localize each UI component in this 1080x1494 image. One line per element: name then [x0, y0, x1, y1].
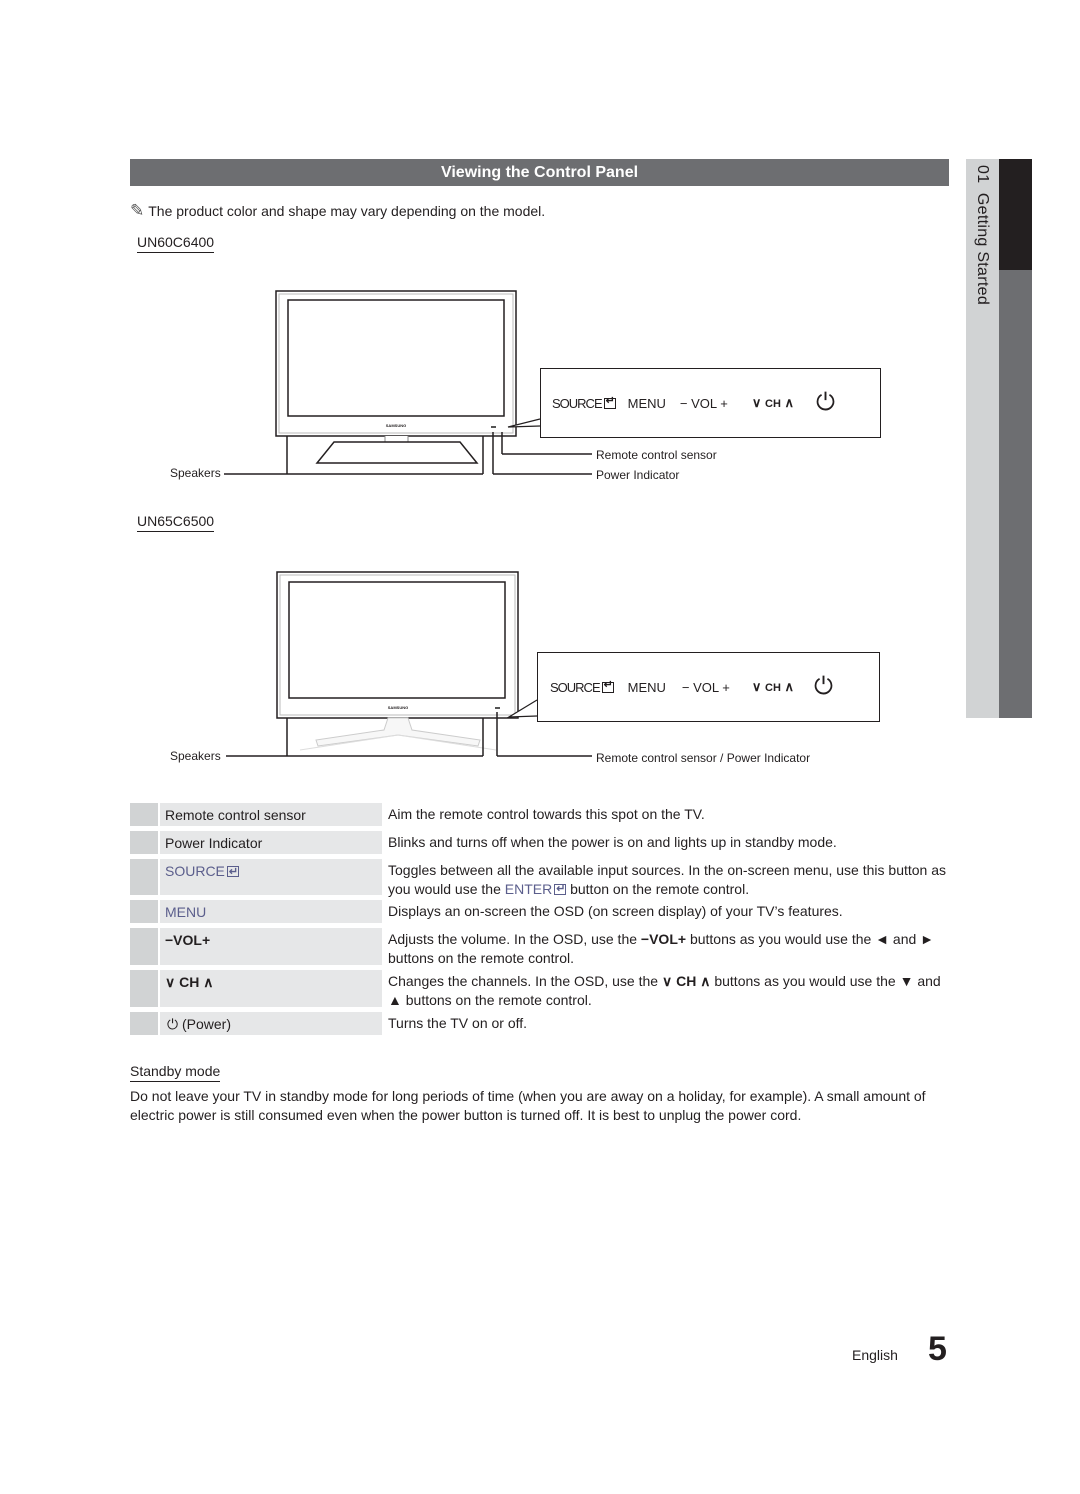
- row-description: Displays an on-screen the OSD (on screen…: [388, 903, 843, 919]
- table-row: SOURCE Toggles between all the available…: [130, 859, 949, 898]
- volume-buttons[interactable]: − VOL +: [680, 396, 728, 411]
- table-row: ⏻ (Power) Turns the TV on or off.: [130, 1012, 949, 1035]
- power-icon: ⏻: [167, 1016, 179, 1032]
- tv-bezel-inner: [279, 574, 516, 716]
- enter-icon: [554, 880, 567, 898]
- note-text: The product color and shape may vary dep…: [148, 203, 546, 219]
- table-row: Remote control sensor Aim the remote con…: [130, 803, 949, 826]
- tv-neck: [384, 436, 409, 451]
- chevron-up-icon: ∧: [784, 679, 795, 694]
- pencil-note-icon: ✎: [130, 201, 145, 220]
- row-description: Turns the TV on or off.: [388, 1015, 528, 1031]
- tv-bezel-inner: [278, 293, 514, 434]
- menu-button[interactable]: MENU: [628, 396, 666, 411]
- row-description: Aim the remote control towards this spot…: [388, 806, 705, 822]
- control-panel-un65c6500: SOURCE MENU − VOL + ∨ CH ∧ ⏻: [537, 652, 880, 722]
- chapter-label: 01 Getting Started: [966, 165, 999, 365]
- speakers-label: Speakers: [170, 749, 221, 763]
- row-label: Power Indicator: [160, 831, 382, 854]
- row-label: ∨ CH ∧: [160, 970, 382, 1007]
- tv-stand: [315, 441, 479, 464]
- menu-button[interactable]: MENU: [628, 680, 666, 695]
- row-label: −VOL+: [160, 928, 382, 965]
- footer-language: English: [852, 1347, 898, 1363]
- source-button[interactable]: SOURCE: [550, 678, 614, 695]
- speakers-label: Speakers: [170, 466, 221, 480]
- callout-power-indicator: Power Indicator: [596, 468, 680, 482]
- row-label: ⏻ (Power): [160, 1012, 382, 1035]
- tv-stand: [315, 717, 481, 747]
- enter-icon: [603, 394, 616, 409]
- tv-screen: [287, 299, 505, 417]
- channel-buttons[interactable]: ∨ CH ∧: [752, 395, 794, 411]
- chapter-tab-marker: [999, 159, 1032, 270]
- tv-bezel: [275, 290, 517, 437]
- table-row: −VOL+ Adjusts the volume. In the OSD, us…: [130, 928, 949, 966]
- note: ✎ The product color and shape may vary de…: [130, 201, 545, 221]
- channel-buttons[interactable]: ∨ CH ∧: [752, 679, 794, 695]
- tv-bezel: [276, 571, 519, 719]
- chapter-number: 01: [974, 165, 991, 184]
- enter-icon: [601, 678, 614, 693]
- row-description: Changes the channels. In the OSD, use th…: [388, 973, 941, 1008]
- row-description: Toggles between all the available input …: [388, 861, 958, 898]
- power-icon[interactable]: ⏻: [816, 391, 835, 415]
- chevron-down-icon: ∨: [751, 679, 762, 694]
- page-number: 5: [928, 1330, 947, 1368]
- row-description: Blinks and turns off when the power is o…: [388, 834, 837, 850]
- vol-minus-icon: −: [681, 679, 690, 695]
- callout-remote-sensor-power-indicator: Remote control sensor / Power Indicator: [596, 751, 811, 765]
- standby-title: Standby mode: [130, 1063, 221, 1082]
- tv-diagram-un60c6400: SAMSUNG: [224, 290, 592, 475]
- power-icon[interactable]: ⏻: [814, 675, 833, 699]
- enter-icon: [226, 862, 239, 882]
- table-row: ∨ CH ∧ Changes the channels. In the OSD,…: [130, 970, 949, 1008]
- section-title: Viewing the Control Panel: [130, 159, 949, 186]
- model-name: UN65C6500: [137, 513, 215, 532]
- control-panel-un60c6400: SOURCE MENU − VOL + ∨ CH ∧ ⏻: [540, 368, 881, 438]
- row-label: Remote control sensor: [160, 803, 382, 826]
- brand-logo: SAMSUNG: [386, 423, 406, 428]
- tv-screen: [288, 581, 506, 699]
- chapter-tab-bar: [999, 270, 1032, 718]
- chevron-down-icon: ∨: [751, 395, 762, 410]
- volume-buttons[interactable]: − VOL +: [682, 680, 730, 695]
- source-button[interactable]: SOURCE: [552, 394, 616, 411]
- row-label: SOURCE: [160, 859, 382, 895]
- brand-logo: SAMSUNG: [388, 705, 408, 710]
- chapter-title: Getting Started: [974, 192, 991, 306]
- standby-text: Do not leave your TV in standby mode for…: [130, 1088, 926, 1123]
- table-row: Power Indicator Blinks and turns off whe…: [130, 831, 949, 854]
- row-description: Adjusts the volume. In the OSD, use the …: [388, 931, 935, 966]
- row-label: MENU: [160, 900, 382, 923]
- table-row: MENU Displays an on-screen the OSD (on s…: [130, 900, 949, 923]
- model-name: UN60C6400: [137, 234, 215, 253]
- callout-remote-sensor: Remote control sensor: [596, 448, 717, 462]
- vol-minus-icon: −: [679, 395, 688, 411]
- chevron-up-icon: ∧: [784, 395, 795, 410]
- tv-diagram-un65c6500: SAMSUNG: [226, 571, 592, 757]
- vol-plus-icon: +: [720, 395, 728, 411]
- vol-plus-icon: +: [722, 679, 730, 695]
